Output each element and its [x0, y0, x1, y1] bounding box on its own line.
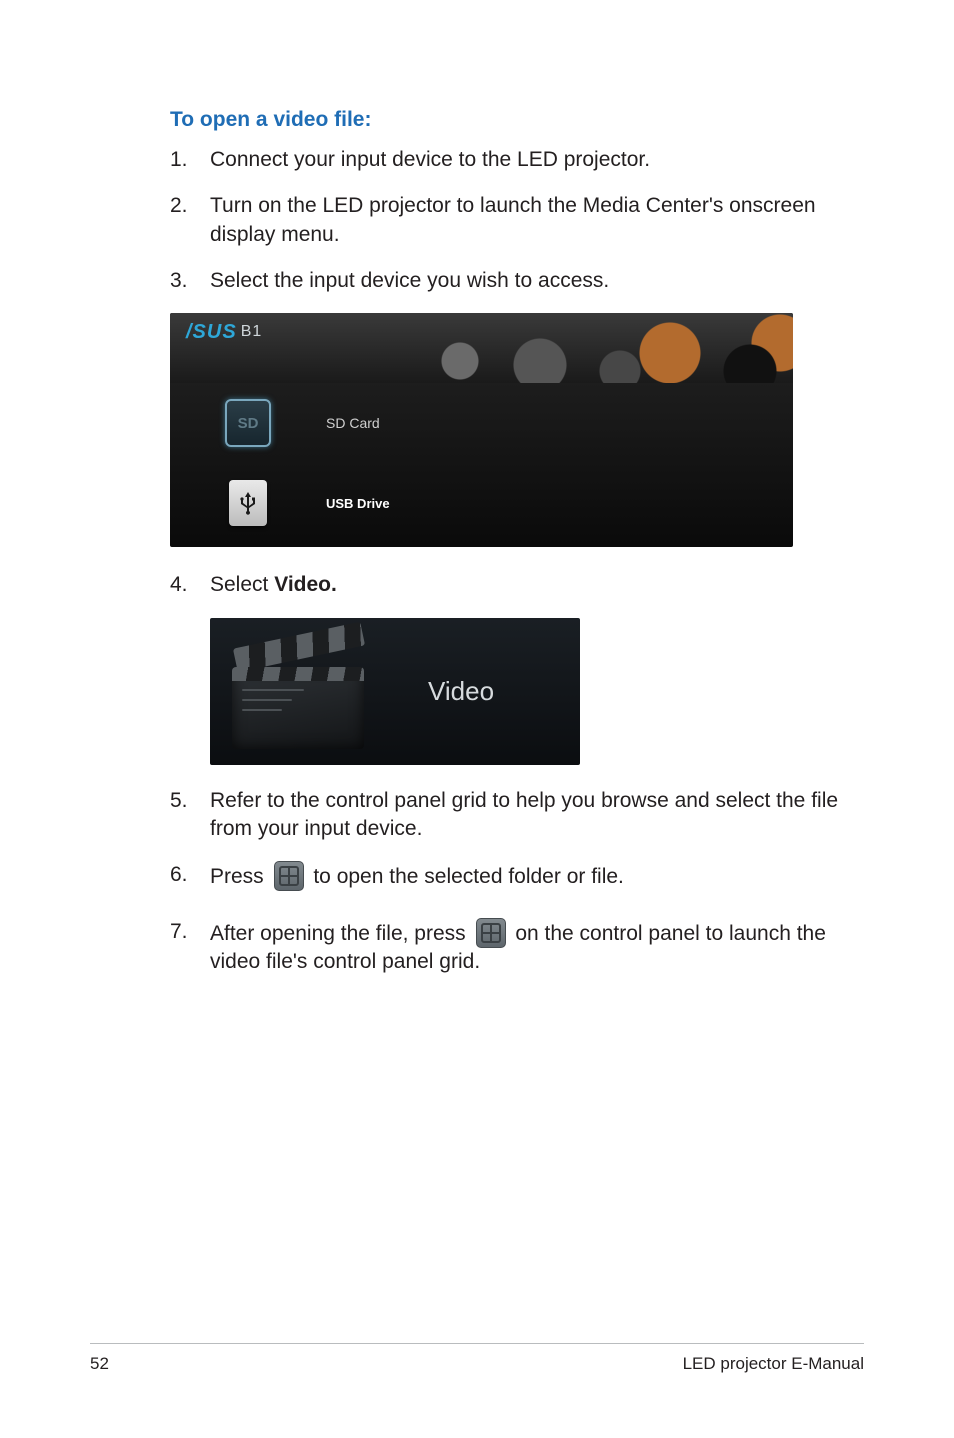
section-heading: To open a video file: [170, 108, 864, 132]
model-text: B1 [241, 323, 263, 340]
step-number: 2. [170, 192, 210, 249]
screenshot-header: /SUSB1 [170, 313, 793, 383]
clapperboard-icon [224, 631, 384, 751]
usb-drive-label: USB Drive [326, 496, 390, 511]
brand-text: /SUS [186, 321, 237, 343]
usb-trident-icon [240, 490, 256, 516]
step-5: 5. Refer to the control panel grid to he… [170, 787, 864, 844]
step-text: Refer to the control panel grid to help … [210, 787, 864, 844]
grid-button-icon [274, 861, 304, 891]
step-text-part: to open the selected folder or file. [308, 865, 624, 888]
usb-drive-icon [218, 476, 278, 530]
step-number: 5. [170, 787, 210, 844]
page-number: 52 [90, 1354, 109, 1374]
step-number: 4. [170, 571, 210, 599]
sd-card-icon: SD [218, 396, 278, 450]
step-text: Select Video. [210, 571, 864, 599]
step-number: 3. [170, 267, 210, 295]
step-text-part: Press [210, 865, 270, 888]
brand-logo: /SUSB1 [186, 321, 262, 344]
step-text: Connect your input device to the LED pro… [210, 146, 864, 174]
step-text: Turn on the LED projector to launch the … [210, 192, 864, 249]
manual-title: LED projector E-Manual [683, 1354, 864, 1374]
grid-button-icon [476, 918, 506, 948]
step-7: 7. After opening the file, press on the … [170, 918, 864, 977]
media-center-screenshot: /SUSB1 SD SD Card USB Drive [170, 313, 793, 547]
step-number: 6. [170, 861, 210, 891]
step-text: Press to open the selected folder or fil… [210, 861, 864, 891]
step-number: 7. [170, 918, 210, 977]
usb-drive-row: USB Drive [170, 463, 793, 543]
sd-icon-graphic: SD [225, 399, 271, 447]
sd-card-label: SD Card [326, 415, 380, 431]
video-option-screenshot: Video [210, 618, 580, 765]
usb-icon-graphic [229, 480, 267, 526]
page-footer: 52 LED projector E-Manual [90, 1343, 864, 1374]
step-2: 2. Turn on the LED projector to launch t… [170, 192, 864, 249]
step-text-bold: Video. [274, 573, 337, 596]
step-text-part: Select [210, 573, 274, 596]
step-4: 4. Select Video. [170, 571, 864, 599]
step-6: 6. Press to open the selected folder or … [170, 861, 864, 891]
video-label: Video [428, 676, 494, 707]
step-3: 3. Select the input device you wish to a… [170, 267, 864, 295]
sd-card-row: SD SD Card [170, 383, 793, 463]
step-number: 1. [170, 146, 210, 174]
step-text: After opening the file, press on the con… [210, 918, 864, 977]
step-1: 1. Connect your input device to the LED … [170, 146, 864, 174]
step-text: Select the input device you wish to acce… [210, 267, 864, 295]
step-text-part: After opening the file, press [210, 922, 472, 945]
